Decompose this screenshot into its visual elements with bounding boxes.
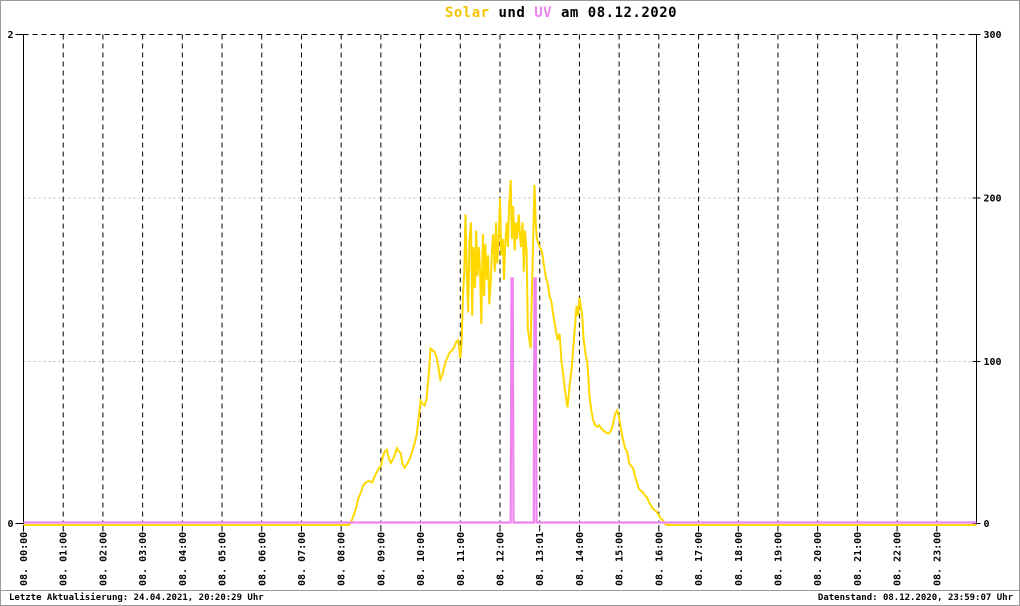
last-update-text: Letzte Aktualisierung: 24.04.2021, 20:20… [9, 593, 264, 603]
x-axis-tick-label: 08. 01:00 [59, 532, 70, 586]
footer-bar: Letzte Aktualisierung: 24.04.2021, 20:20… [1, 590, 1019, 605]
data-state-text: Datenstand: 08.12.2020, 23:59:07 Uhr [817, 593, 1013, 603]
x-axis-tick-label: 08. 08:00 [337, 532, 348, 586]
x-axis-tick-label: 08. 17:00 [694, 532, 705, 586]
x-axis-tick-label: 08. 20:00 [813, 532, 824, 586]
x-axis-tick-label: 08. 14:00 [575, 532, 586, 586]
right-axis-tick-label: 200 [984, 194, 1002, 205]
right-axis-tick-label: 0 [984, 519, 990, 530]
x-axis-tick-label: 08. 02:00 [98, 532, 109, 586]
x-axis-tick-label: 08. 15:00 [615, 532, 626, 586]
x-axis-tick-label: 08. 13:01 [535, 532, 546, 586]
chart-plot-area: 0 2 0 100 200 300 08. 00:00 08. 01:00 08. 02:00 0… [7, 30, 1002, 586]
right-axis-tick-label: 300 [984, 30, 1002, 41]
x-axis-tick-label: 08. 06:00 [257, 532, 268, 586]
left-axis-tick-label: 0 [7, 519, 13, 530]
x-axis-tick-label: 08. 12:00 [496, 532, 507, 586]
x-axis-tick-label: 08. 23:00 [932, 532, 943, 586]
x-axis-tick-label: 08. 10:00 [416, 532, 427, 586]
x-axis-tick-label: 08. 05:00 [218, 532, 229, 586]
x-axis-tick-label: 08. 03:00 [138, 532, 149, 586]
x-axis-tick-label: 08. 11:00 [456, 532, 467, 586]
x-axis-tick-label: 08. 16:00 [654, 532, 665, 586]
x-axis-tick-label: 08. 04:00 [178, 532, 189, 586]
chart-window: Solar und UV am 08.12.2020 0 2 0 100 200 300 0… [0, 0, 1020, 606]
x-axis-tick-label: 08. 19:00 [773, 532, 784, 586]
x-axis-tick-label: 08. 00:00 [19, 532, 30, 586]
x-axis-tick-label: 08. 09:00 [376, 532, 387, 586]
right-axis-tick-label: 100 [984, 357, 1002, 368]
x-axis-tick-label: 08. 07:00 [297, 532, 308, 586]
left-axis-tick-label: 2 [7, 30, 13, 41]
x-axis-tick-label: 08. 21:00 [853, 532, 864, 586]
x-axis-tick-label: 08. 22:00 [893, 532, 904, 586]
x-axis-tick-label: 08. 18:00 [734, 532, 745, 586]
